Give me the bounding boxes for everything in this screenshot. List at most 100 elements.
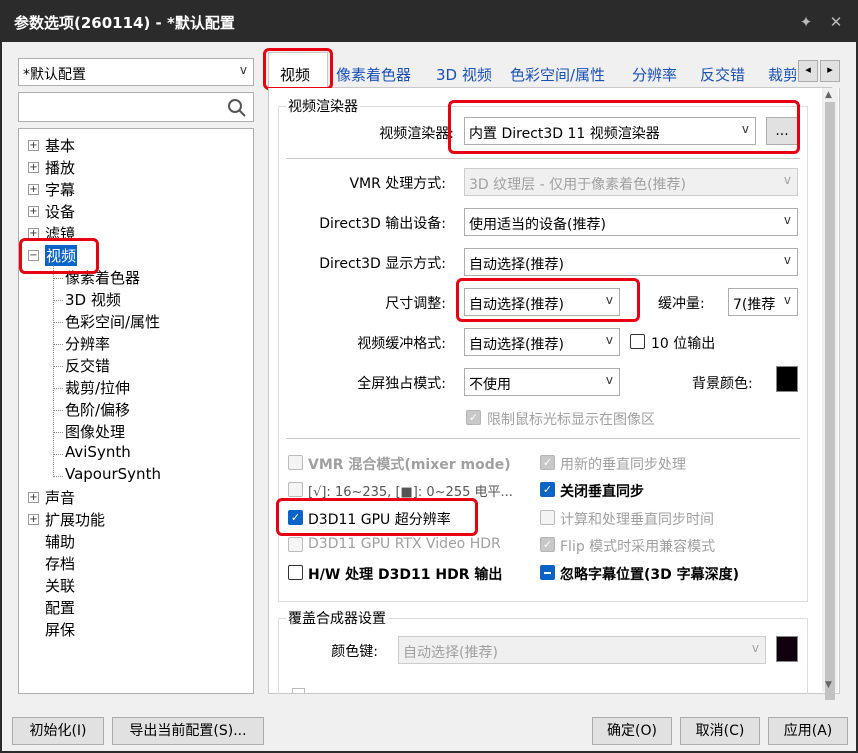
tab-scroll-right-icon[interactable]: ▸ [820, 60, 840, 82]
chevron-down-icon: v [783, 213, 791, 227]
expand-icon[interactable]: + [28, 514, 39, 525]
tree-item[interactable]: 图像处理 [65, 421, 125, 442]
hw-hdr-label: H/W 处理 D3D11 HDR 输出 [308, 567, 503, 583]
d3d-device-select[interactable]: 使用适当的设备(推荐) v [464, 208, 798, 236]
title-bar: 参数选项(260114) - *默认配置 ✦ ✕ [2, 2, 856, 42]
vmr-select: 3D 纹理层 - 仅用于像素着色(推荐) v [464, 168, 798, 196]
settings-tree: + 基本 + 播放 + 字幕 + 设备 + 滤镜 − 视频 像素着色器 3D 视频 色彩空间/属性 分辨率 反交… [18, 128, 254, 694]
scroll-up-icon[interactable]: ▲ [825, 90, 832, 100]
close-vsync-checkbox[interactable]: ✓ [540, 482, 555, 497]
ten-bit-label: 10 位输出 [651, 336, 716, 352]
limit-cursor-label: 限制鼠标光标显示在图像区 [487, 412, 655, 428]
tree-connector [53, 476, 63, 477]
tree-item[interactable]: 裁剪/拉伸 [65, 377, 130, 398]
profile-select[interactable]: *默认配置 v [18, 58, 254, 86]
limit-cursor-checkbox: ✓ [466, 410, 481, 425]
bg-color-label: 背景颜色: [692, 376, 753, 392]
expand-icon[interactable]: + [28, 206, 39, 217]
d3d-display-label: Direct3D 显示方式: [319, 256, 446, 272]
bg-color-swatch[interactable] [776, 366, 798, 392]
search-icon[interactable] [227, 98, 247, 118]
tab-scroll-left-icon[interactable]: ◂ [798, 60, 818, 82]
tree-item[interactable]: 字幕 [45, 179, 75, 200]
color-key-select: 自动选择(推荐) v [398, 636, 766, 664]
expand-icon[interactable]: + [28, 228, 39, 239]
chevron-down-icon: v [605, 333, 613, 347]
ok-button[interactable]: 确定(O) [592, 717, 672, 745]
search-input[interactable] [18, 92, 254, 122]
scroll-down-icon[interactable]: ▼ [825, 680, 832, 690]
overlay-group-title: 覆盖合成器设置 [286, 608, 388, 628]
tree-item[interactable]: 存档 [45, 553, 75, 574]
hw-hdr-checkbox[interactable] [288, 565, 303, 580]
expand-icon[interactable]: + [28, 184, 39, 195]
chevron-down-icon: v [239, 63, 247, 77]
tree-item[interactable]: 配置 [45, 597, 75, 618]
d3d11-super-res-label: D3D11 GPU 超分辨率 [308, 512, 451, 528]
expand-icon[interactable]: + [28, 492, 39, 503]
color-key-value: 自动选择(推荐) [403, 645, 498, 661]
fullscreen-label: 全屏独占模式: [357, 376, 446, 392]
tab-crop[interactable]: 裁剪 [768, 64, 796, 85]
tree-item[interactable]: 视频 [45, 245, 78, 266]
calc-vsync-checkbox [540, 510, 555, 525]
tree-item[interactable]: 声音 [45, 487, 75, 508]
tree-item[interactable]: 关联 [45, 575, 75, 596]
color-key-label: 颜色键: [331, 644, 378, 660]
levels-checkbox [288, 482, 303, 497]
tree-item[interactable]: 3D 视频 [65, 289, 121, 310]
buffer-select[interactable]: 7(推荐 v [728, 288, 798, 316]
size-select[interactable]: 自动选择(推荐) v [464, 288, 620, 316]
tab-resolution[interactable]: 分辨率 [632, 64, 677, 85]
d3d-device-label: Direct3D 输出设备: [319, 216, 446, 232]
d3d11-super-res-checkbox[interactable]: ✓ [288, 510, 303, 525]
init-button[interactable]: 初始化(I) [12, 717, 104, 745]
tree-item[interactable]: 播放 [45, 157, 75, 178]
expand-icon[interactable]: + [28, 162, 39, 173]
tree-connector [53, 300, 63, 301]
scrollbar[interactable]: ▲ ▼ [822, 88, 838, 700]
flip-compat-checkbox: ✓ [540, 537, 555, 552]
ignore-subtitle-pos-checkbox[interactable] [540, 565, 555, 580]
chevron-down-icon: v [751, 641, 759, 655]
tab-pixel-shader[interactable]: 像素着色器 [336, 64, 411, 85]
tree-item[interactable]: AviSynth [65, 443, 131, 461]
d3d-display-select[interactable]: 自动选择(推荐) v [464, 248, 798, 276]
tree-item[interactable]: 设备 [45, 201, 75, 222]
tree-item[interactable]: 像素着色器 [65, 267, 140, 288]
format-label: 视频缓冲格式: [357, 336, 446, 352]
rtx-hdr-label: D3D11 GPU RTX Video HDR [308, 536, 501, 552]
renderer-select[interactable]: 内置 Direct3D 11 视频渲染器 v [464, 117, 756, 145]
expand-icon[interactable]: + [28, 140, 39, 151]
ten-bit-checkbox[interactable] [630, 334, 645, 349]
tree-item[interactable]: 色彩空间/属性 [65, 311, 160, 332]
tree-item[interactable]: 基本 [45, 135, 75, 156]
export-config-button[interactable]: 导出当前配置(S)... [112, 717, 264, 745]
tree-item[interactable]: 滤镜 [45, 223, 75, 244]
tree-item[interactable]: 屏保 [45, 619, 75, 640]
tab-video[interactable]: 视频 [280, 64, 310, 85]
format-select[interactable]: 自动选择(推荐) v [464, 328, 620, 356]
color-key-swatch [776, 636, 798, 662]
cancel-button[interactable]: 取消(C) [680, 717, 760, 745]
apply-button[interactable]: 应用(A) [768, 717, 848, 745]
tree-item[interactable]: 分辨率 [65, 333, 110, 354]
tab-deinterlace[interactable]: 反交错 [700, 64, 745, 85]
pin-icon[interactable]: ✦ [794, 10, 818, 34]
scroll-thumb[interactable] [825, 102, 835, 700]
vmr-mixer-checkbox [288, 455, 303, 470]
tree-item[interactable]: 辅助 [45, 531, 75, 552]
renderer-more-button[interactable]: ... [766, 117, 798, 145]
close-icon[interactable]: ✕ [824, 10, 848, 34]
collapse-icon[interactable]: − [28, 250, 39, 261]
tree-item[interactable]: 反交错 [65, 355, 110, 376]
renderer-group-title: 视频渲染器 [286, 96, 360, 116]
tree-item[interactable]: 扩展功能 [45, 509, 105, 530]
tree-item[interactable]: 色阶/偏移 [65, 399, 130, 420]
tab-3d-video[interactable]: 3D 视频 [436, 64, 492, 85]
tab-colorspace[interactable]: 色彩空间/属性 [510, 64, 605, 85]
fullscreen-select[interactable]: 不使用 v [464, 368, 620, 396]
tree-connector [53, 454, 63, 455]
tree-item[interactable]: VapourSynth [65, 465, 161, 483]
tree-connector [53, 278, 63, 279]
